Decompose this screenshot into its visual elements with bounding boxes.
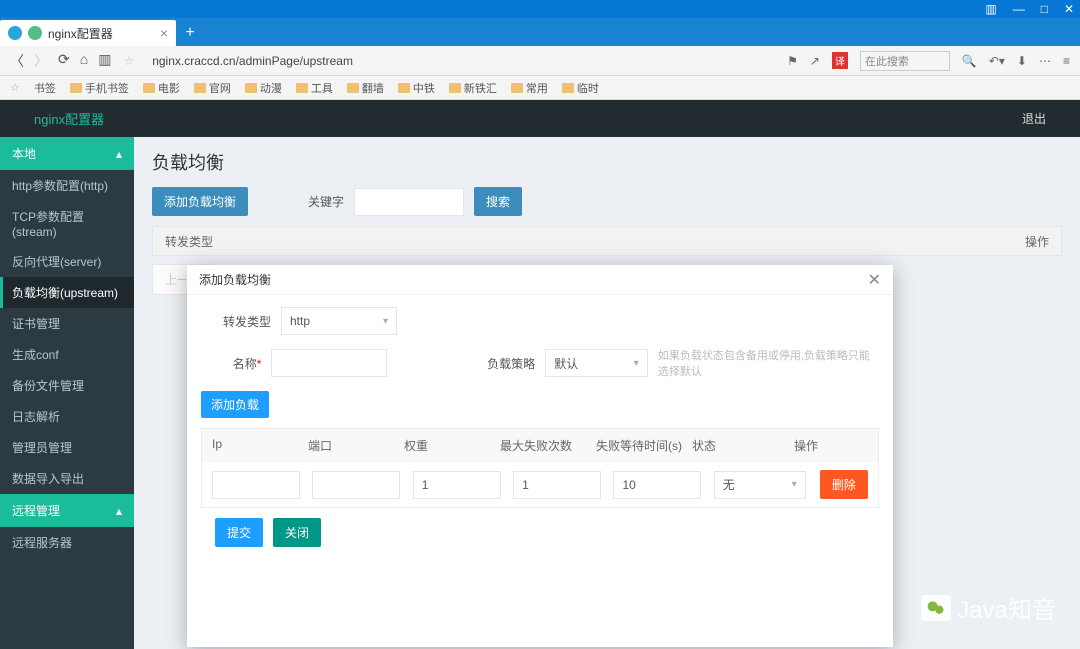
folder-icon xyxy=(511,83,523,93)
tab-close-icon[interactable]: × xyxy=(160,25,168,41)
delete-row-button[interactable]: 删除 xyxy=(820,470,868,499)
bookmark-item[interactable]: 书签 xyxy=(34,80,56,96)
window-settings-icon[interactable]: ▥ xyxy=(985,2,996,16)
window-maximize-icon[interactable]: □ xyxy=(1041,2,1048,16)
th-failtime: 失败等待时间(s) xyxy=(596,437,692,454)
strategy-select[interactable]: 默认▾ xyxy=(545,349,648,377)
ip-input[interactable] xyxy=(212,471,300,499)
th-status: 状态 xyxy=(692,437,794,454)
bookmarks-bar: ☆ 书签 手机书签 电影 官网 动漫 工具 翻墙 中铁 新铁汇 常用 临时 xyxy=(0,76,1080,100)
strategy-hint: 如果负载状态包含备用或停用,负载策略只能选择默认 xyxy=(658,347,879,379)
translate-icon[interactable]: 译 xyxy=(832,52,848,69)
search-icon[interactable]: 🔍 xyxy=(962,54,977,68)
hamburger-icon[interactable]: ≡ xyxy=(1063,54,1070,68)
folder-icon xyxy=(70,83,82,93)
strategy-label: 负载策略 xyxy=(457,355,535,372)
back-icon[interactable]: 〈 xyxy=(10,51,24,71)
folder-icon xyxy=(143,83,155,93)
share-icon[interactable]: ↗ xyxy=(810,54,820,68)
address-bar[interactable]: nginx.craccd.cn/adminPage/upstream xyxy=(152,54,353,68)
status-select[interactable]: 无▾ xyxy=(714,471,806,499)
close-button[interactable]: 关闭 xyxy=(273,518,321,547)
window-minimize-icon[interactable]: — xyxy=(1013,2,1025,16)
watermark: Java知音 xyxy=(921,590,1056,625)
maxfail-input[interactable] xyxy=(513,471,601,499)
page-content: nginx配置器 退出 本地▴ http参数配置(http) TCP参数配置(s… xyxy=(0,100,1080,649)
browser-toolbar: 〈 〉 ⟳ ⌂ ▥ ☆ nginx.craccd.cn/adminPage/up… xyxy=(0,46,1080,76)
th-port: 端口 xyxy=(308,437,404,454)
folder-icon xyxy=(562,83,574,93)
new-tab-button[interactable]: + xyxy=(176,20,204,46)
favicon-icon xyxy=(28,26,42,40)
load-table: Ip 端口 权重 最大失败次数 失败等待时间(s) 状态 操作 无▾ 删除 xyxy=(201,428,879,508)
chevron-down-icon: ▾ xyxy=(383,316,388,327)
folder-icon xyxy=(245,83,257,93)
bookmark-folder[interactable]: 新铁汇 xyxy=(449,80,497,96)
folder-icon xyxy=(194,83,206,93)
name-input[interactable] xyxy=(271,349,387,377)
bookmark-folder[interactable]: 中铁 xyxy=(398,80,435,96)
th-weight: 权重 xyxy=(404,437,500,454)
bookmark-folder[interactable]: 翻墙 xyxy=(347,80,384,96)
reload-icon[interactable]: ⟳ xyxy=(58,51,70,71)
download-icon[interactable]: ⬇ xyxy=(1017,54,1027,68)
browser-tabstrip: nginx配置器 × + xyxy=(0,18,1080,46)
folder-icon xyxy=(398,83,410,93)
th-ip: Ip xyxy=(212,437,308,454)
th-maxfail: 最大失败次数 xyxy=(500,437,596,454)
star-icon: ☆ xyxy=(10,81,20,94)
folder-icon xyxy=(347,83,359,93)
chevron-down-icon: ▾ xyxy=(634,358,639,369)
modal-title: 添加负载均衡 xyxy=(199,271,271,288)
submit-button[interactable]: 提交 xyxy=(215,518,263,547)
panel-icon[interactable]: ▥ xyxy=(98,51,111,71)
modal-close-icon[interactable]: ✕ xyxy=(868,270,881,290)
type-select[interactable]: http▾ xyxy=(281,307,397,335)
name-label: 名称* xyxy=(201,355,261,372)
browser-search-input[interactable]: 在此搜索 xyxy=(860,51,950,71)
bookmark-folder[interactable]: 手机书签 xyxy=(70,80,129,96)
bookmark-folder[interactable]: 官网 xyxy=(194,80,231,96)
bookmark-folder[interactable]: 工具 xyxy=(296,80,333,96)
bookmark-folder[interactable]: 临时 xyxy=(562,80,599,96)
home-icon[interactable]: ⌂ xyxy=(80,51,88,71)
folder-icon xyxy=(449,83,461,93)
forward-icon[interactable]: 〉 xyxy=(34,51,48,71)
app-icon xyxy=(8,26,22,40)
chevron-down-icon: ▾ xyxy=(792,479,797,490)
weight-input[interactable] xyxy=(413,471,501,499)
port-input[interactable] xyxy=(312,471,400,499)
bookmark-folder[interactable]: 电影 xyxy=(143,80,180,96)
add-upstream-modal: 添加负载均衡 ✕ 转发类型 http▾ 名称* 负载策略 默认▾ 如果负载状态包… xyxy=(187,265,893,647)
bookmark-folder[interactable]: 常用 xyxy=(511,80,548,96)
star-icon[interactable]: ☆ xyxy=(123,54,134,68)
window-titlebar: ▥ — □ ✕ xyxy=(0,0,1080,18)
folder-icon xyxy=(296,83,308,93)
wechat-icon xyxy=(921,595,951,621)
table-row: 无▾ 删除 xyxy=(202,462,878,507)
window-close-icon[interactable]: ✕ xyxy=(1064,2,1074,16)
type-label: 转发类型 xyxy=(201,313,271,330)
tab-title: nginx配置器 xyxy=(48,25,113,42)
failtime-input[interactable] xyxy=(613,471,701,499)
bookmark-folder[interactable]: 动漫 xyxy=(245,80,282,96)
history-icon[interactable]: ↶▾ xyxy=(989,54,1005,68)
menu-icon[interactable]: ⋯ xyxy=(1039,54,1051,68)
th-op: 操作 xyxy=(794,437,844,454)
browser-tab[interactable]: nginx配置器 × xyxy=(0,20,176,46)
add-load-button[interactable]: 添加负载 xyxy=(201,391,269,418)
flag-icon[interactable]: ⚑ xyxy=(787,54,798,68)
